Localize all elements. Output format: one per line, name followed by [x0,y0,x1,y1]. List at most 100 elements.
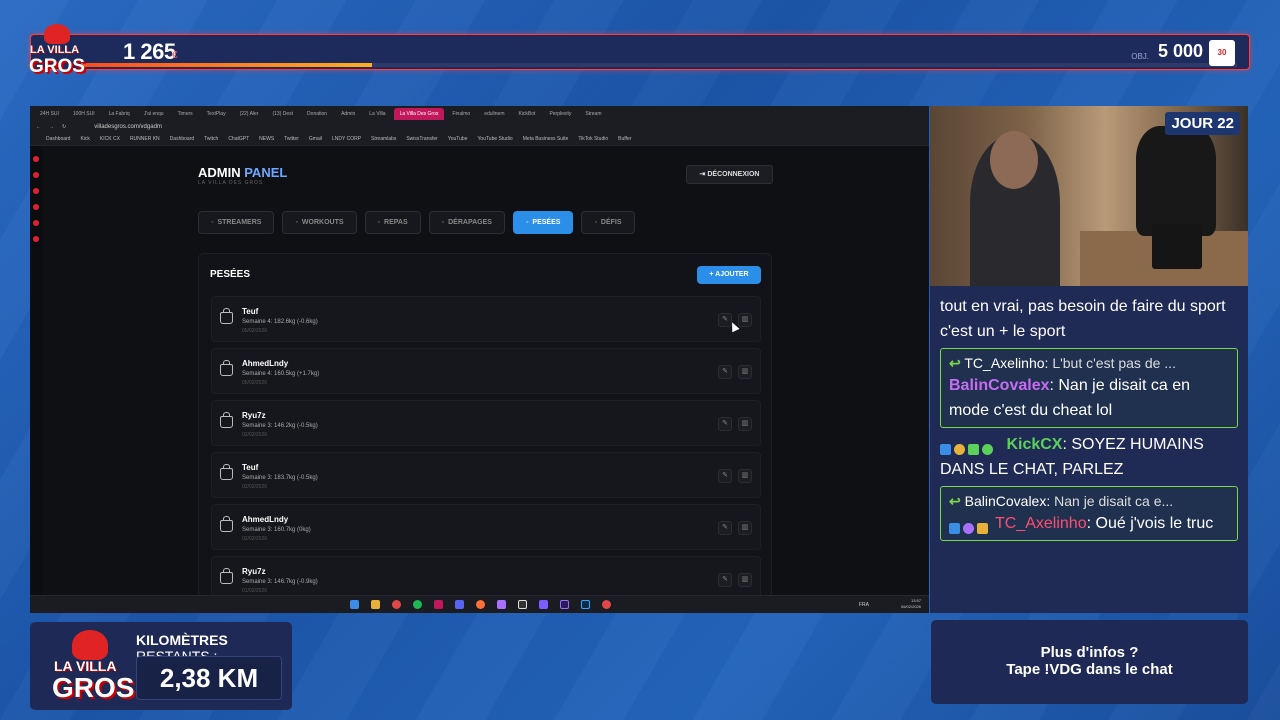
tab-pesees[interactable]: ◦ PESÉES [512,211,574,234]
browser-tab[interactable]: Stream [579,108,607,120]
weighin-date: 02/02/2026 [242,484,268,490]
app-icon[interactable] [539,600,548,609]
browser-tab[interactable]: Admin [335,108,361,120]
bookmark-item[interactable]: TikTok Studio [578,136,608,142]
bookmark-item[interactable]: ChatGPT [228,136,249,142]
trash-icon[interactable]: ▥ [738,417,752,431]
url-text[interactable]: villadesgros.com/vdgadm [94,124,162,130]
tab-derapages[interactable]: ◦ DÉRAPAGES [428,211,505,234]
browser-tab[interactable]: KickBot [512,108,541,120]
photoshop-icon[interactable] [581,600,590,609]
obs-icon[interactable] [518,600,527,609]
firefox-icon[interactable] [476,600,485,609]
bookmark-item[interactable]: Streamlabs [371,136,396,142]
trash-icon[interactable]: ▥ [738,313,752,327]
browser-tab[interactable]: Donation [301,108,333,120]
reply-reference: ↩ BalinCovalex: Nan je disait ca e... [949,491,1229,511]
sidebar-icon[interactable] [33,236,39,242]
sidebar-icon[interactable] [33,188,39,194]
explorer-icon[interactable] [371,600,380,609]
start-icon[interactable] [350,600,359,609]
sidebar-icon[interactable] [33,156,39,162]
premiere-icon[interactable] [560,600,569,609]
bookmark-item[interactable]: Kick [80,136,89,142]
bookmark-item[interactable]: YouTube Studio [478,136,513,142]
weight-icon [220,360,233,376]
title-part-b: PANEL [240,165,288,180]
tab-defis[interactable]: ◦ DÉFIS [581,211,635,234]
bookmark-item[interactable]: Dashboard [170,136,194,142]
bookmark-item[interactable]: Twitter [284,136,299,142]
edit-icon[interactable]: ✎ [718,365,732,379]
weighin-row: AhmedLndy Semaine 4: 160.5kg (+1.7kg) 05/0… [211,348,761,394]
badge-icon [940,443,951,455]
edit-icon[interactable]: ✎ [718,521,732,535]
bookmark-item[interactable]: Dashboard [46,136,70,142]
browser-tab[interactable]: edulinem [478,108,510,120]
bookmark-item[interactable]: Buffer [618,136,631,142]
bookmark-item[interactable]: RUNNER KN [130,136,160,142]
browser-tab[interactable]: Timers [172,108,199,120]
browser-tab[interactable]: La Villa Des Gros [393,107,445,120]
sidebar-icon[interactable] [33,220,39,226]
browser-tab[interactable]: (22) Aler [234,108,265,120]
bookmark-item[interactable]: LNDY CORP [332,136,361,142]
reply-ref-text: Nan je disait ca e... [1054,493,1174,509]
browser-tab[interactable]: 100H SUI [67,108,101,120]
tab-workouts[interactable]: ◦ WORKOUTS [282,211,357,234]
sidebar-icon[interactable] [33,172,39,178]
app-icon[interactable] [497,600,506,609]
sidebar-icon[interactable] [33,204,39,210]
bookmark-item[interactable]: Meta Business Suite [523,136,569,142]
weighin-detail: Semaine 3: 183.7kg (-0.5kg) [242,475,318,481]
browser-tab[interactable]: J'ai enqu [138,108,170,120]
trash-icon[interactable]: ▥ [738,573,752,587]
address-bar[interactable]: ← → ↻ villadesgros.com/vdgadm [30,121,929,133]
browser-tab[interactable]: 24H SUI [34,108,65,120]
edit-icon[interactable]: ✎ [718,417,732,431]
tray-language[interactable]: FRA [859,602,869,608]
browser-tab[interactable]: TextPlay [201,108,232,120]
app-icon[interactable] [602,600,611,609]
badge-icon [982,443,993,455]
day-badge: JOUR 22 [1165,112,1240,135]
tab-icon: ◦ [211,219,214,226]
reload-icon[interactable]: ↻ [62,124,66,130]
opera-icon[interactable] [434,600,443,609]
bookmark-item[interactable]: NEWS [259,136,274,142]
edit-icon[interactable]: ✎ [718,469,732,483]
tray-clock[interactable]: 13:57 06/02/2026 [901,598,921,610]
chrome-icon[interactable] [392,600,401,609]
discord-icon[interactable] [455,600,464,609]
reply-ref-user: BalinCovalex: [964,493,1051,509]
badge-icon [977,522,988,534]
bookmark-item[interactable]: Gmail [309,136,322,142]
counter-unit: € [172,50,178,61]
bookmark-item[interactable]: KICK CX [100,136,120,142]
weight-icon [220,568,233,584]
chat-reply: ↩ TC_Axelinho: L'but c'est pas de ... Ba… [940,348,1238,428]
logout-button[interactable]: ⇥ DÉCONNEXION [686,165,773,184]
edit-icon[interactable]: ✎ [718,573,732,587]
trash-icon[interactable]: ▥ [738,469,752,483]
bookmark-item[interactable]: YouTube [448,136,468,142]
km-remaining-box: LA VILLA GROS KILOMÈTRES RESTANTS : 2,38… [30,622,292,710]
bookmark-item[interactable]: SwissTransfer [406,136,438,142]
bookmark-item[interactable]: Twitch [204,136,218,142]
tab-repas[interactable]: ◦ REPAS [364,211,421,234]
browser-tab[interactable]: (13) Dest [266,108,299,120]
trash-icon[interactable]: ▥ [738,365,752,379]
browser-tab[interactable]: La Villa [363,108,391,120]
trash-icon[interactable]: ▥ [738,521,752,535]
browser-tab[interactable]: Perplexity [543,108,577,120]
tab-streamers[interactable]: ◦ STREAMERS [198,211,275,234]
badge-icon [949,522,960,534]
weighin-detail: Semaine 3: 146.7kg (-0.9kg) [242,579,318,585]
browser-tab[interactable]: La Fabriq [103,108,136,120]
back-icon[interactable]: ← [36,124,41,130]
spotify-icon[interactable] [413,600,422,609]
goal-label: OBJ. [1131,52,1149,61]
add-button[interactable]: + AJOUTER [697,266,761,284]
forward-icon[interactable]: → [49,124,54,130]
browser-tab[interactable]: Finalmo [446,108,476,120]
